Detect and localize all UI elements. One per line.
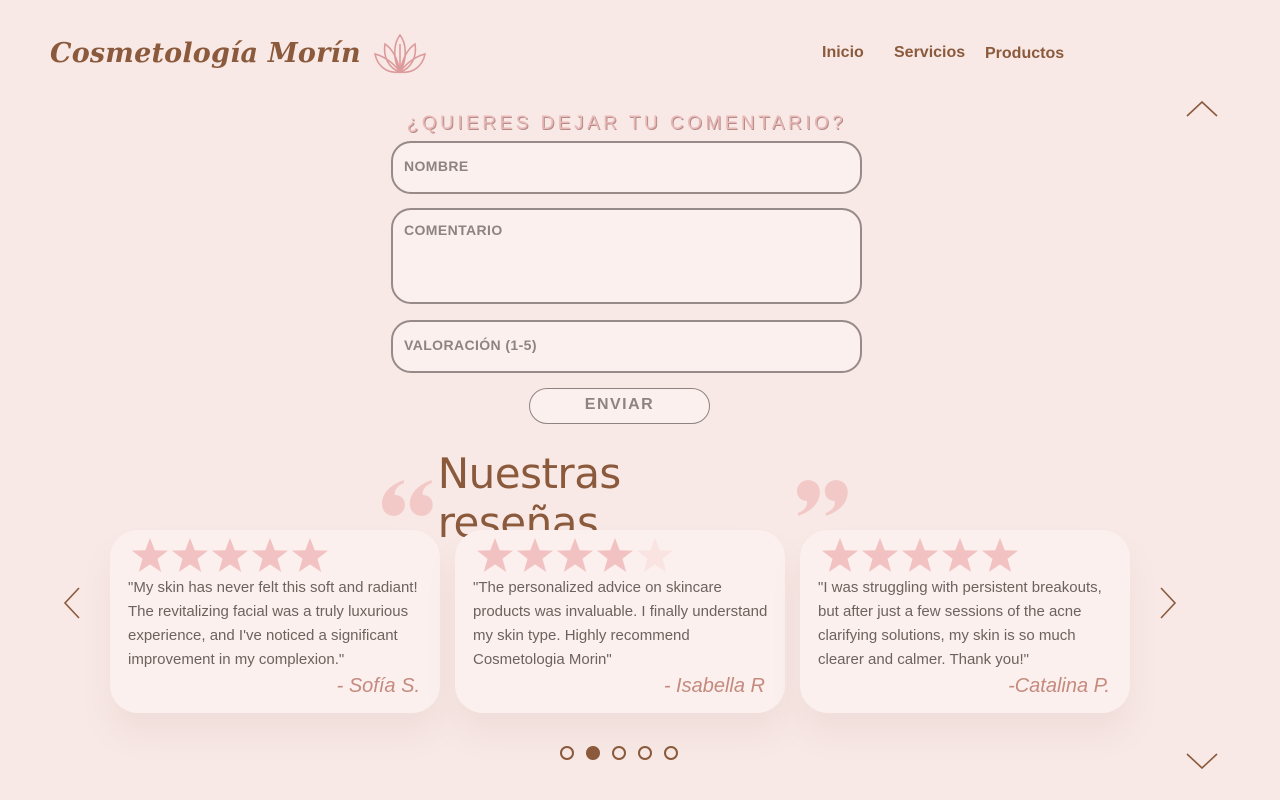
form-title: ¿QUIERES DEJAR TU COMENTARIO? [406, 113, 847, 134]
review-card: "My skin has never felt this soft and ra… [110, 530, 440, 713]
chevron-down-icon[interactable] [1185, 752, 1219, 772]
star-icon [212, 538, 248, 572]
lotus-logo-icon [373, 33, 426, 74]
submit-button[interactable]: ENVIAR [529, 388, 710, 424]
star-icon [982, 538, 1018, 572]
review-card: "I was struggling with persistent breako… [800, 530, 1130, 713]
carousel-pagination [560, 746, 690, 760]
chevron-up-icon[interactable] [1185, 98, 1219, 118]
star-icon [637, 538, 673, 572]
star-icon [822, 538, 858, 572]
star-rating [820, 536, 1020, 576]
quote-open-icon [381, 480, 433, 516]
review-text: "I was struggling with persistent breako… [818, 579, 1102, 668]
review-text: "The personalized advice on skincare pro… [473, 579, 768, 668]
star-icon [252, 538, 288, 572]
brand-name: Cosmetología Morín [50, 37, 361, 69]
carousel-dot[interactable] [664, 746, 678, 760]
star-rating [130, 536, 330, 576]
star-icon [557, 538, 593, 572]
chevron-right-icon[interactable] [1158, 586, 1178, 620]
review-card: "The personalized advice on skincare pro… [455, 530, 785, 713]
carousel-dot[interactable] [638, 746, 652, 760]
review-author: -Catalina P. [1008, 675, 1110, 697]
nav-servicios[interactable]: Servicios [894, 44, 965, 62]
chevron-left-icon[interactable] [62, 586, 82, 620]
carousel-dot[interactable] [560, 746, 574, 760]
star-icon [902, 538, 938, 572]
review-author: - Sofía S. [336, 675, 420, 697]
star-icon [132, 538, 168, 572]
review-author: - Isabella R [663, 675, 765, 697]
quote-close-icon [797, 480, 849, 516]
star-icon [477, 538, 513, 572]
star-rating [475, 536, 675, 576]
nav-inicio[interactable]: Inicio [822, 44, 864, 62]
reviews-heading: Nuestras reseñas [380, 449, 850, 547]
star-icon [292, 538, 328, 572]
star-icon [942, 538, 978, 572]
star-icon [517, 538, 553, 572]
carousel-dot[interactable] [586, 746, 600, 760]
star-icon [597, 538, 633, 572]
comment-input[interactable]: COMENTARIO [391, 208, 862, 304]
star-icon [862, 538, 898, 572]
star-icon [172, 538, 208, 572]
nav-productos[interactable]: Productos [985, 45, 1064, 63]
review-text: "My skin has never felt this soft and ra… [128, 579, 418, 668]
carousel-dot[interactable] [612, 746, 626, 760]
rating-input[interactable]: VALORACIÓN (1-5) [391, 320, 862, 373]
brand[interactable]: Cosmetología Morín [50, 30, 427, 76]
name-input[interactable]: NOMBRE [391, 141, 862, 194]
